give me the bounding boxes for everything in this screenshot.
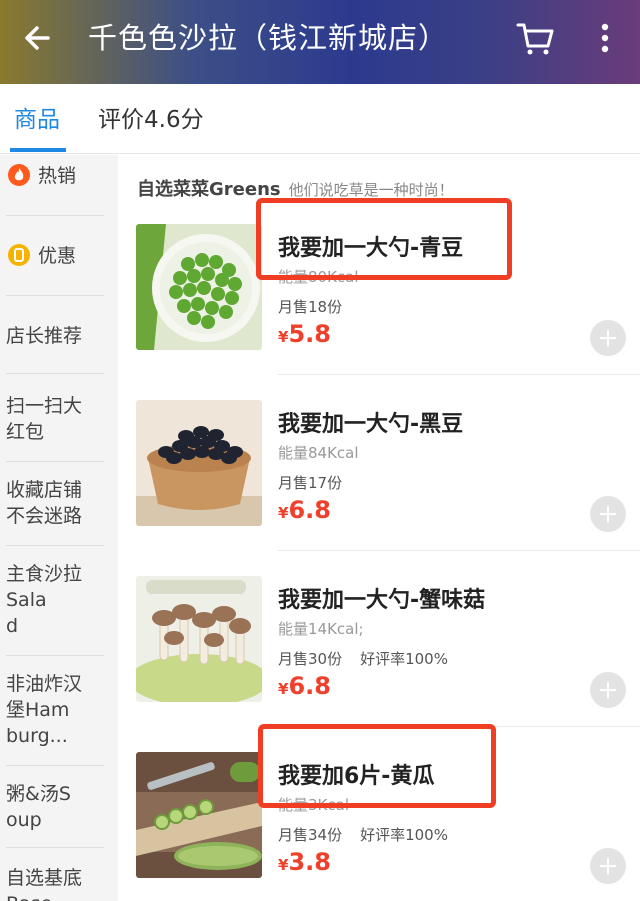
currency-symbol: ¥ xyxy=(278,504,289,522)
list-item[interactable]: 我要加一大勺-黑豆 能量84Kcal 月售17份 ¥6.8 xyxy=(118,400,640,576)
currency-symbol: ¥ xyxy=(278,856,289,874)
sidebar-item-label: 店长推荐 xyxy=(6,325,83,347)
currency-symbol: ¥ xyxy=(278,680,289,698)
price-value: 6.8 xyxy=(288,672,331,700)
category-sidebar: 热销 优惠 店长推荐 扫一扫大 红包 收藏店铺 不会迷路 主食沙拉 Sala d… xyxy=(0,155,118,901)
item-rating: 好评率100% xyxy=(360,650,448,668)
item-price: ¥6.8 xyxy=(278,496,331,524)
add-to-cart-button[interactable] xyxy=(590,672,626,708)
sidebar-item-hamburger[interactable]: 非油炸汉 堡Ham burg... xyxy=(0,671,118,749)
highlight-box-green-peas xyxy=(256,198,512,280)
mushroom-image xyxy=(136,576,262,702)
sidebar-item-label: Base xyxy=(6,891,118,901)
tab-bar: 商品 评价4.6分 xyxy=(0,84,640,154)
section-title: 自选菜菜Greens xyxy=(137,179,281,200)
sidebar-item-soup[interactable]: 粥&汤S oup xyxy=(0,781,118,833)
sidebar-item-label: d xyxy=(6,615,19,637)
item-divider xyxy=(278,374,640,375)
sidebar-item-hot[interactable]: 热销 xyxy=(0,163,118,189)
item-monthly-sales: 月售34份 xyxy=(278,826,343,844)
sidebar-divider xyxy=(6,765,104,766)
sidebar-item-label: 收藏店铺 xyxy=(6,479,83,501)
item-name[interactable]: 我要加一大勺-黑豆 xyxy=(278,406,463,438)
sidebar-item-scan-redpacket[interactable]: 扫一扫大 红包 xyxy=(0,393,118,445)
sidebar-divider xyxy=(6,847,104,848)
sidebar-item-label: 粥&汤S xyxy=(6,783,71,805)
sidebar-item-manager-picks[interactable]: 店长推荐 xyxy=(0,323,118,349)
sidebar-item-label: 自选基底 xyxy=(6,867,83,889)
sidebar-item-favorite-store[interactable]: 收藏店铺 不会迷路 xyxy=(0,477,118,529)
item-price: ¥5.8 xyxy=(278,320,331,348)
item-sales: 月售17份 xyxy=(278,472,342,493)
sidebar-divider xyxy=(6,373,104,374)
sidebar-item-main-salad[interactable]: 主食沙拉 Sala d xyxy=(0,561,118,639)
add-to-cart-button[interactable] xyxy=(590,496,626,532)
item-price: ¥6.8 xyxy=(278,672,331,700)
item-rating: 好评率100% xyxy=(360,826,448,844)
sidebar-item-label: 扫一扫大 xyxy=(6,395,83,417)
highlight-box-cucumber xyxy=(258,724,496,808)
item-sales: 月售18份 xyxy=(278,296,342,317)
sidebar-item-label: oup xyxy=(6,809,42,831)
sidebar-item-label: 红包 xyxy=(6,421,45,443)
sidebar-item-base[interactable]: 自选基底 Base xyxy=(0,865,118,901)
sidebar-item-label: burg... xyxy=(6,725,68,747)
sidebar-item-label: 堡Ham xyxy=(6,699,70,721)
item-monthly-sales: 月售30份 xyxy=(278,650,343,668)
sidebar-divider xyxy=(6,295,104,296)
cucumber-image xyxy=(136,752,262,878)
page-title: 千色色沙拉（钱江新城店） xyxy=(88,21,449,55)
flame-icon xyxy=(8,164,30,186)
sidebar-divider xyxy=(6,655,104,656)
cart-icon[interactable] xyxy=(515,18,557,58)
active-tab-indicator xyxy=(10,148,66,152)
item-monthly-sales: 月售17份 xyxy=(278,474,343,492)
top-app-bar: 千色色沙拉（钱江新城店） xyxy=(0,0,640,84)
sidebar-item-offers[interactable]: 优惠 xyxy=(0,243,118,269)
item-calories: 能量84Kcal xyxy=(278,444,359,462)
item-sales: 月售30份 好评率100% xyxy=(278,648,448,669)
item-sales: 月售34份 好评率100% xyxy=(278,824,448,845)
tab-goods[interactable]: 商品 xyxy=(14,104,60,136)
sidebar-item-label: 非油炸汉 xyxy=(6,673,83,695)
item-divider xyxy=(278,550,640,551)
section-subtitle: 他们说吃草是一种时尚！ xyxy=(288,181,454,199)
sidebar-item-label: 优惠 xyxy=(38,245,77,267)
price-value: 3.8 xyxy=(288,848,331,876)
more-vertical-icon[interactable] xyxy=(588,18,622,58)
add-to-cart-button[interactable] xyxy=(590,320,626,356)
sidebar-item-label: 热销 xyxy=(38,165,77,187)
coupon-icon xyxy=(8,244,30,266)
sidebar-item-label: 主食沙拉 xyxy=(6,563,83,585)
add-to-cart-button[interactable] xyxy=(590,848,626,884)
item-monthly-sales: 月售18份 xyxy=(278,298,343,316)
currency-symbol: ¥ xyxy=(278,328,289,346)
item-price: ¥3.8 xyxy=(278,848,331,876)
back-arrow-icon[interactable] xyxy=(18,18,58,58)
sidebar-item-label: Sala xyxy=(6,589,47,611)
green-peas-image xyxy=(136,224,262,350)
sidebar-divider xyxy=(6,215,104,216)
price-value: 5.8 xyxy=(288,320,331,348)
item-name[interactable]: 我要加一大勺-蟹味菇 xyxy=(278,582,485,614)
tab-reviews[interactable]: 评价4.6分 xyxy=(98,104,204,136)
sidebar-divider xyxy=(6,461,104,462)
price-value: 6.8 xyxy=(288,496,331,524)
sidebar-divider xyxy=(6,545,104,546)
item-calories: 能量14Kcal; xyxy=(278,620,364,638)
black-beans-image xyxy=(136,400,262,526)
sidebar-item-label: 不会迷路 xyxy=(6,505,83,527)
